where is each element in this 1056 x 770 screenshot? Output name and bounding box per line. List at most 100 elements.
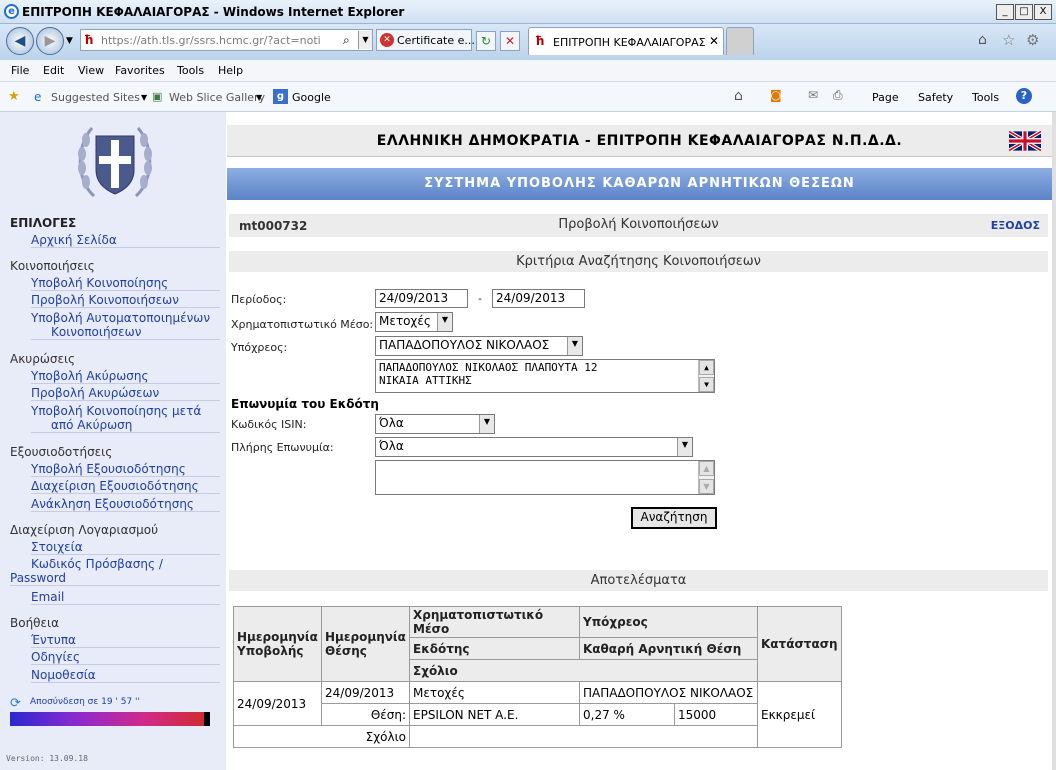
instrument-select[interactable]: Μετοχές ▼ [375,312,453,332]
refresh-icon[interactable]: ↻ [476,31,496,51]
home-icon[interactable]: ⌂ [734,88,743,104]
textarea-scrollbar[interactable]: ▲ ▼ [698,360,714,392]
sidebar-item-email[interactable]: Email [31,590,220,605]
scroll-down-icon[interactable]: ▼ [699,377,714,392]
help-icon[interactable]: ? [1016,88,1032,104]
issuer-info-textarea[interactable]: ▲ ▼ [375,460,715,495]
address-dropdown-icon[interactable]: ▼ [358,31,372,49]
table-row[interactable]: Σχόλιο [233,725,842,748]
textarea-scrollbar[interactable]: ▲ ▼ [698,461,714,494]
mail-icon[interactable]: ✉ [808,88,818,102]
issuer-heading: Επωνυμία του Εκδότη [231,397,379,411]
window-titlebar: e ΕΠΙΤΡΟΠΗ ΚΕΦΑΛΑΙΑΓΟΡΑΣ - Windows Inter… [0,0,1056,24]
sidebar-item-submit-cancellation[interactable]: Υποβολή Ακύρωσης [31,369,220,384]
sidebar-item-submit-after-cancel[interactable]: Υποβολή Κοινοποίησης μετά από Ακύρωση [31,404,220,433]
scroll-up-icon[interactable]: ▲ [699,360,714,375]
page-scrollbar[interactable] [1052,112,1056,770]
sidebar-item-account-info[interactable]: Στοιχεία [31,540,220,555]
menu-view[interactable]: View [78,64,104,77]
obligor-info-textarea[interactable]: ΠΑΠΑΔΟΠΟΥΛΟΣ ΝΙΚΟΛΑΟΣ ΠΛΑΠΟΥΤΑ 12 ΝΙΚΑΙΑ… [375,359,715,393]
history-dropdown-icon[interactable]: ▼ [66,36,73,46]
back-button[interactable]: ◀ [6,27,34,55]
chevron-down-icon[interactable]: ▼ [479,415,494,433]
col-issuer: Εκδότης [409,637,580,660]
scroll-down-icon[interactable]: ▼ [699,479,714,494]
close-tab-icon[interactable]: ✕ [709,34,719,48]
table-row[interactable]: 24/09/2013 24/09/2013 Μετοχές ΠΑΠΑΔΟΠΟΥΛ… [233,681,842,748]
feeds-icon[interactable]: ◙ [770,88,782,102]
sidebar-group-help: Βοήθεια [10,616,59,630]
obligor-select[interactable]: ΠΑΠΑΔΟΠΟΥΛΟΣ ΝΙΚΟΛΑΟΣ ▼ [375,336,583,356]
certificate-text: Certificate e... [397,34,475,47]
toolbar-page[interactable]: Page [872,91,899,104]
menu-edit[interactable]: Edit [43,64,64,77]
sidebar-heading: ΕΠΙΛΟΓΕΣ [10,216,77,230]
toolbar-tools[interactable]: Tools [972,91,999,104]
fullname-select[interactable]: Όλα ▼ [375,437,693,457]
sidebar-item-view-cancellations[interactable]: Προβολή Ακυρώσεων [31,386,220,401]
cell-obligor: ΠΑΠΑΔΟΠΟΥΛΟΣ ΝΙΚΟΛΑΟΣ [579,681,758,704]
settings-gear-icon[interactable]: ⚙ [1026,31,1039,49]
session-timer-icon: ⟳ [10,696,21,711]
sidebar-item-submit-authorization[interactable]: Υποβολή Εξουσιοδότησης [31,462,220,477]
sidebar-item-revoke-authorization[interactable]: Ανάκληση Εξουσιοδότησης [31,497,220,512]
search-button[interactable]: Αναζήτηση [631,507,717,529]
logout-link[interactable]: ΕΞΟΔΟΣ [991,219,1040,232]
minimize-button[interactable]: _ [996,4,1014,20]
sidebar-item-label: Password [10,571,220,586]
menu-file[interactable]: File [11,64,29,77]
sidebar-item-password[interactable]: Κωδικός Πρόσβασης / Password [10,557,220,586]
date-to-input[interactable]: 24/09/2013 [492,289,585,308]
sidebar-item-submit-notification[interactable]: Υποβολή Κοινοποίησης [31,276,220,291]
chevron-down-icon[interactable]: ▼ [437,313,452,331]
menu-tools[interactable]: Tools [177,64,204,77]
chevron-down-icon[interactable]: ▼ [567,337,582,355]
sidebar-item-label: Υποβολή Αυτοματοποιημένων [31,311,211,325]
menu-favorites[interactable]: Favorites [115,64,165,77]
sidebar-item-home[interactable]: Αρχική Σελίδα [31,233,220,248]
criteria-title: Κριτήρια Αναζήτησης Κοινοποιήσεων [516,254,761,269]
tab-active[interactable]: ħ ΕΠΙΤΡΟΠΗ ΚΕΦΑΛΑΙΑΓΟΡΑΣ ✕ [528,27,724,55]
search-icon[interactable]: ⌕ [343,33,350,48]
forward-button[interactable]: ▶ [36,27,64,55]
new-tab-button[interactable] [726,27,754,55]
favorites-star-icon[interactable]: ☆ [1002,31,1015,49]
results-table: Ημερομηνία Υποβολής Ημερομηνία Θέσης Χρη… [233,606,842,748]
english-language-flag-icon[interactable] [1009,131,1041,151]
logout-timer: Αποσύνδεση σε 19 ' 57 '' [30,697,140,707]
cell-submission-date: 24/09/2013 [233,681,322,726]
sidebar-item-guides[interactable]: Οδηγίες [31,650,220,665]
isin-label: Κωδικός ISIN: [231,418,307,431]
sidebar-item-legislation[interactable]: Νομοθεσία [31,668,220,683]
fav-google[interactable]: Google [292,91,331,104]
sidebar-item-manage-authorization[interactable]: Διαχείριση Εξουσιοδότησης [31,479,220,494]
address-bar[interactable]: ħ https://ath.tls.gr/ssrs.hcmc.gr/?act=n… [80,29,373,51]
home-icon[interactable]: ⌂ [978,32,987,48]
sidebar-item-view-notifications[interactable]: Προβολή Κοινοποιήσεων [31,293,220,308]
maximize-button[interactable]: □ [1015,4,1033,20]
favorites-star-icon[interactable]: ★ [8,89,20,104]
print-icon[interactable]: ⎙ [833,88,843,103]
col-status: Κατάσταση [757,606,842,682]
close-window-button[interactable]: X [1034,4,1052,20]
isin-select[interactable]: Όλα ▼ [375,414,495,434]
col-instrument: Χρηματοπιστωτικό Μέσο [409,606,580,638]
chevron-down-icon[interactable]: ▼ [141,93,147,102]
col-position-date: Ημερομηνία Θέσης [321,606,410,682]
fav-web-slice-gallery[interactable]: Web Slice Gallery [169,91,265,104]
chevron-down-icon[interactable]: ▼ [677,438,692,456]
toolbar-safety[interactable]: Safety [918,91,953,104]
table-row[interactable]: Θέση: EPSILON NET A.E. 0,27 % 15000 [234,703,842,726]
sidebar-item-forms[interactable]: Έντυπα [31,633,220,648]
sidebar-item-submit-automated[interactable]: Υποβολή Αυτοματοποιημένων Κοινοποιήσεων [31,311,220,340]
fav-suggested-sites[interactable]: Suggested Sites [51,91,140,104]
certificate-error-badge[interactable]: ✕ Certificate e... [376,29,475,51]
stop-icon[interactable]: ✕ [500,31,520,51]
scroll-up-icon[interactable]: ▲ [699,461,714,476]
date-from-input[interactable]: 24/09/2013 [375,289,468,308]
fullname-selected: Όλα [379,439,404,453]
menu-help[interactable]: Help [218,64,243,77]
chevron-down-icon[interactable]: ▼ [256,93,262,102]
ie-small-icon: e [34,90,42,104]
google-icon: g [273,89,288,104]
